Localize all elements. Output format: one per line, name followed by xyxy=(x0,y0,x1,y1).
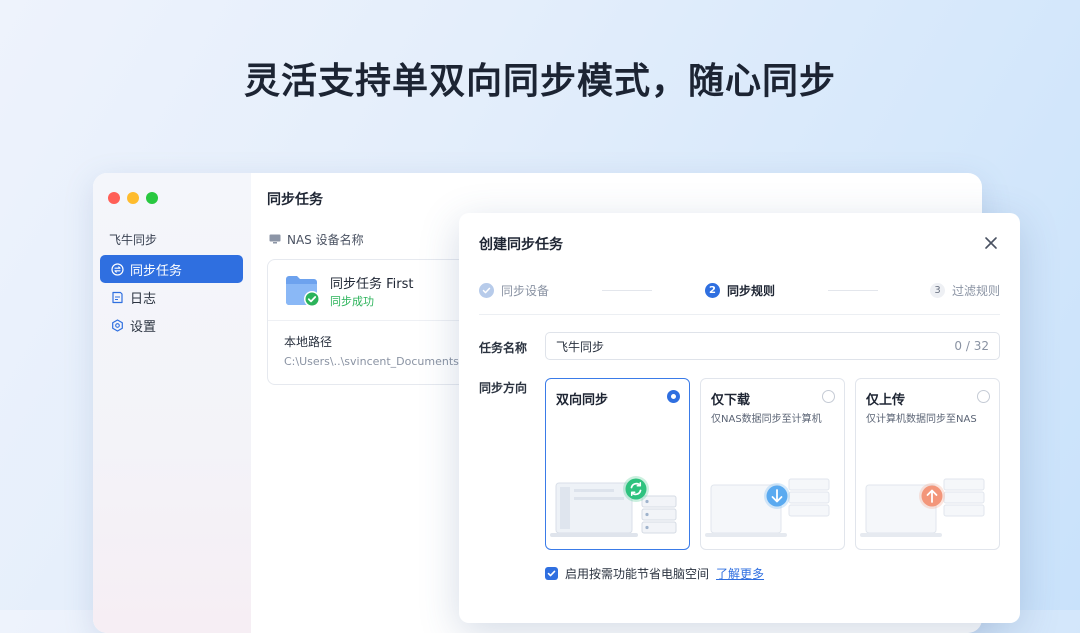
sync-direction-label: 同步方向 xyxy=(479,381,528,395)
sidebar-item-label: 设置 xyxy=(130,319,157,335)
step-label: 同步规则 xyxy=(727,284,776,298)
gear-icon xyxy=(111,318,124,332)
char-counter: 0 / 32 xyxy=(954,339,989,353)
step-connector xyxy=(602,290,652,291)
step-number: 2 xyxy=(705,283,720,298)
on-demand-option: 启用按需功能节省电脑空间 了解更多 xyxy=(545,565,764,582)
task-status: 同步成功 xyxy=(330,295,374,308)
log-icon xyxy=(111,291,124,304)
on-demand-label: 启用按需功能节省电脑空间 xyxy=(565,567,710,581)
two-way-sync-illustration xyxy=(550,476,677,537)
sidebar-item-label: 同步任务 xyxy=(130,263,183,279)
minimize-window-button[interactable] xyxy=(127,192,139,204)
radio-button[interactable] xyxy=(977,390,990,403)
step-label: 过滤规则 xyxy=(952,284,1001,298)
option-upload-only[interactable]: 仅上传 仅计算机数据同步至NAS xyxy=(855,378,1000,550)
on-demand-checkbox[interactable] xyxy=(545,567,558,580)
sidebar-item-sync-tasks[interactable]: 同步任务 xyxy=(100,255,243,283)
option-download-only[interactable]: 仅下载 仅NAS数据同步至计算机 xyxy=(700,378,845,550)
maximize-window-button[interactable] xyxy=(146,192,158,204)
task-name-value: 飞牛同步 xyxy=(556,339,605,354)
local-path-value: C:\Users\..\svincent_Documents xyxy=(284,355,459,368)
sidebar-nav: 同步任务 日志 设置 xyxy=(100,255,243,339)
step-connector xyxy=(828,290,878,291)
local-path-label: 本地路径 xyxy=(284,335,333,349)
page-title: 同步任务 xyxy=(267,192,323,208)
task-name: 同步任务 First xyxy=(330,277,414,292)
sidebar-item-settings[interactable]: 设置 xyxy=(100,311,243,339)
step-sync-rules[interactable]: 2 同步规则 xyxy=(705,282,775,299)
nas-device-label: NAS 设备名称 xyxy=(269,231,364,248)
option-title: 仅下载 xyxy=(711,393,751,408)
option-two-way-sync[interactable]: 双向同步 xyxy=(545,378,690,550)
dialog-title: 创建同步任务 xyxy=(479,237,563,253)
option-title: 仅上传 xyxy=(866,393,906,408)
upload-illustration xyxy=(860,478,985,537)
radio-button[interactable] xyxy=(822,390,835,403)
window-controls xyxy=(108,192,158,204)
sidebar: 飞牛同步 同步任务 日志 设置 xyxy=(93,173,251,633)
task-name-input[interactable]: 飞牛同步 0 / 32 xyxy=(545,332,1000,360)
monitor-icon xyxy=(269,233,281,247)
option-desc: 仅NAS数据同步至计算机 xyxy=(711,414,822,425)
learn-more-link[interactable]: 了解更多 xyxy=(716,565,764,582)
download-illustration xyxy=(705,478,830,537)
sidebar-item-log[interactable]: 日志 xyxy=(100,283,243,311)
create-sync-task-dialog: 创建同步任务 同步设备 2 同步规则 3 过滤规则 任务名称 飞牛同步 0 / … xyxy=(459,213,1020,623)
folder-icon xyxy=(285,274,320,307)
step-number: 3 xyxy=(930,283,945,298)
task-name-label: 任务名称 xyxy=(479,341,528,355)
option-desc: 仅计算机数据同步至NAS xyxy=(866,414,977,425)
step-sync-device[interactable]: 同步设备 xyxy=(479,282,549,299)
step-label: 同步设备 xyxy=(501,284,550,298)
sync-icon xyxy=(111,262,124,276)
app-name: 飞牛同步 xyxy=(109,233,158,247)
check-icon xyxy=(479,283,494,298)
close-window-button[interactable] xyxy=(108,192,120,204)
option-title: 双向同步 xyxy=(556,393,609,408)
headline: 灵活支持单双向同步模式，随心同步 xyxy=(243,61,836,102)
stepper: 同步设备 2 同步规则 3 过滤规则 xyxy=(479,282,1000,298)
sidebar-item-label: 日志 xyxy=(130,291,157,307)
radio-button[interactable] xyxy=(667,390,680,403)
divider xyxy=(479,314,1000,315)
nas-device-name: NAS 设备名称 xyxy=(287,233,364,247)
close-icon[interactable] xyxy=(984,235,998,249)
step-filter-rules[interactable]: 3 过滤规则 xyxy=(930,282,1000,299)
